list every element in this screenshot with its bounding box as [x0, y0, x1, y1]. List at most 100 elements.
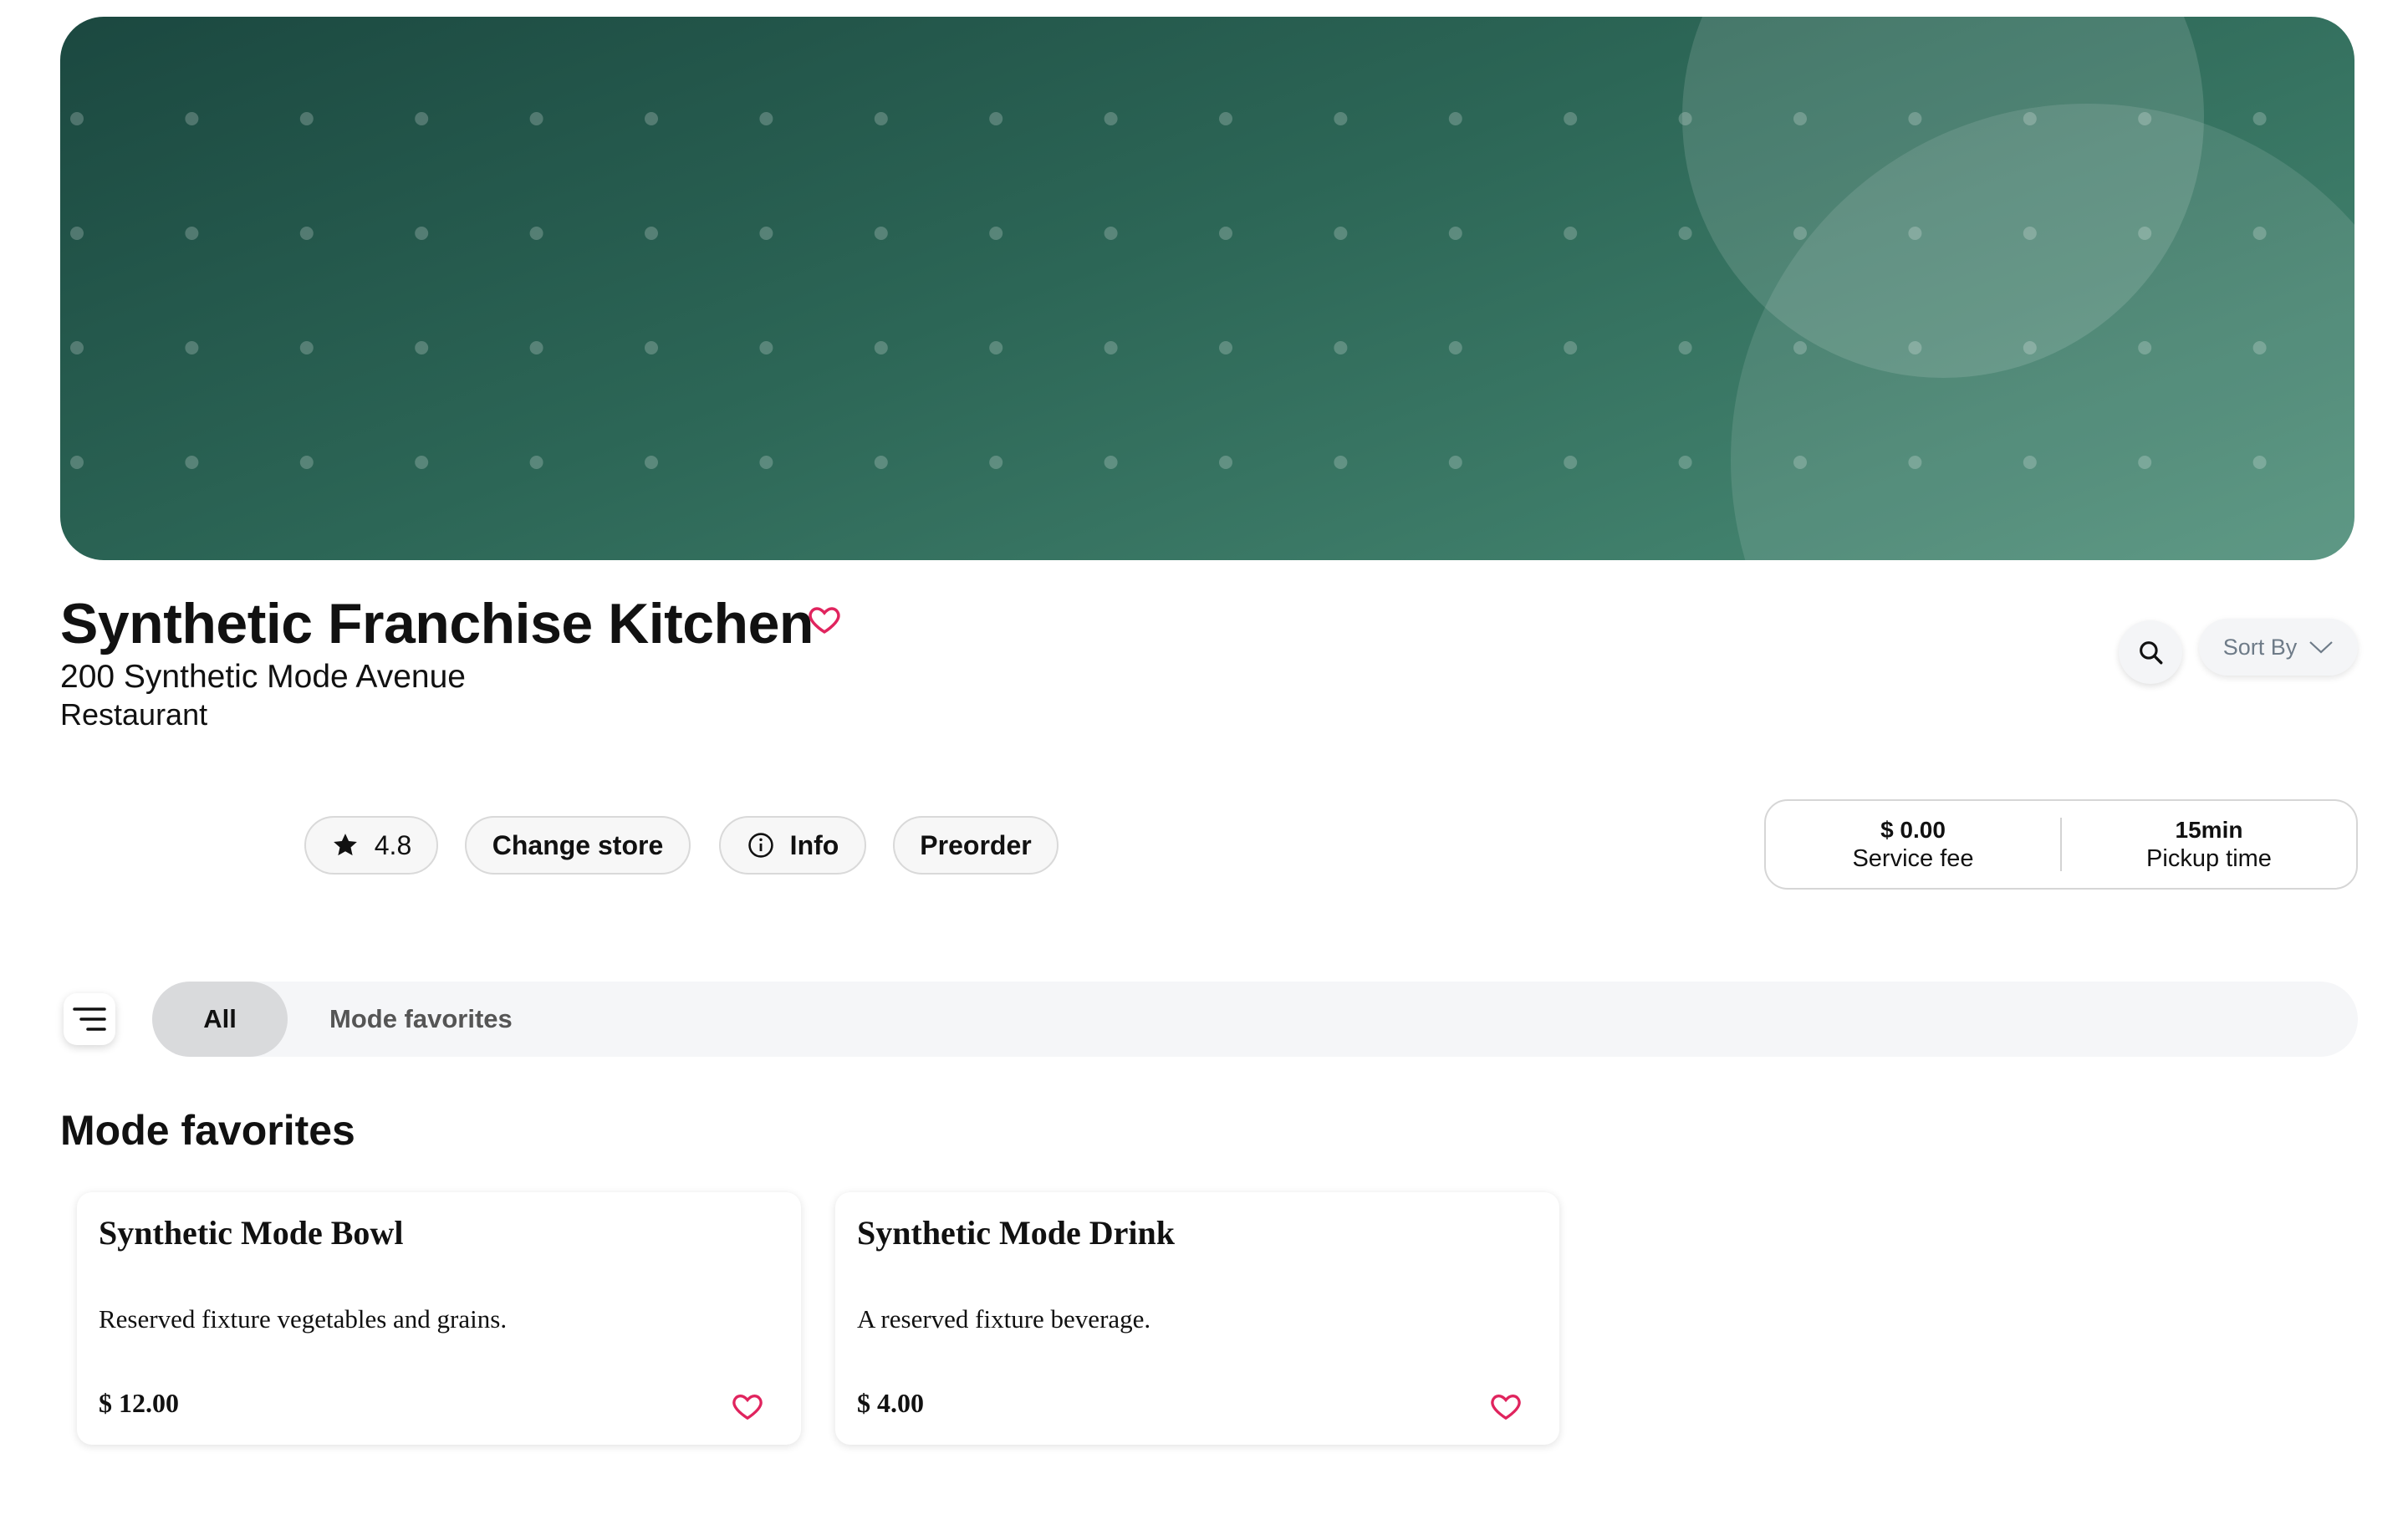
banner-dot: [989, 227, 1003, 240]
banner-dot: [185, 341, 199, 354]
banner-dot: [2138, 112, 2152, 125]
banner-dot: [1448, 341, 1462, 354]
fee-summary: $ 0.00 Service fee 15min Pickup time: [1764, 799, 2358, 890]
banner-dot: [1564, 227, 1578, 240]
banner-dot: [2138, 341, 2152, 354]
banner-dot: [1678, 227, 1692, 240]
item-name: Synthetic Mode Bowl: [99, 1214, 404, 1252]
banner-dot: [415, 456, 429, 469]
sort-by-dropdown[interactable]: Sort By: [2199, 619, 2358, 676]
banner-dot: [1678, 341, 1692, 354]
banner-dot: [989, 341, 1003, 354]
banner-dot: [1908, 456, 1922, 469]
menu-item-card[interactable]: Synthetic Mode Bowl Reserved fixture veg…: [77, 1192, 801, 1445]
banner-dot: [1104, 112, 1118, 125]
search-button[interactable]: [2119, 620, 2182, 684]
banner-dot: [185, 456, 199, 469]
star-icon: [333, 834, 357, 856]
banner-dot: [1448, 227, 1462, 240]
menu-item-card[interactable]: Synthetic Mode Drink A reserved fixture …: [835, 1192, 1559, 1445]
rating-pill[interactable]: 4.8: [304, 816, 438, 875]
item-price: $ 4.00: [857, 1388, 924, 1418]
banner-dot: [2023, 227, 2037, 240]
item-price: $ 12.00: [99, 1388, 179, 1418]
banner-dot: [1908, 341, 1922, 354]
banner-dot: [1448, 456, 1462, 469]
change-store-button[interactable]: Change store: [465, 816, 691, 875]
menu-icon: [73, 1007, 106, 1031]
banner-dot: [1793, 112, 1807, 125]
favorite-heart-icon[interactable]: [731, 1390, 764, 1423]
item-description: A reserved fixture beverage.: [857, 1304, 1151, 1334]
banner-dot: [1564, 341, 1578, 354]
banner-dot: [2023, 341, 2037, 354]
banner-dot: [759, 112, 773, 125]
section-title: Mode favorites: [60, 1107, 355, 1154]
banner-dot: [299, 456, 314, 469]
preorder-button[interactable]: Preorder: [893, 816, 1059, 875]
banner-dot: [2023, 112, 2037, 125]
item-description: Reserved fixture vegetables and grains.: [99, 1304, 508, 1334]
banner-dot: [1678, 456, 1692, 469]
store-name: Synthetic Franchise Kitchen: [60, 592, 814, 655]
banner-dot: [1219, 341, 1232, 354]
banner-dot: [1564, 456, 1578, 469]
info-icon: [747, 833, 773, 858]
category-menu-button[interactable]: [64, 993, 115, 1045]
banner-dot: [1104, 227, 1118, 240]
favorite-heart-icon[interactable]: [1489, 1390, 1523, 1423]
banner-dot: [70, 341, 84, 354]
tab-all[interactable]: All: [152, 982, 288, 1057]
banner-dot: [529, 112, 543, 125]
banner-pattern: [70, 17, 2354, 560]
store-address: 200 Synthetic Mode Avenue: [60, 659, 466, 695]
banner-dot: [415, 227, 429, 240]
banner-dot: [2138, 456, 2152, 469]
banner-dot: [2138, 227, 2152, 240]
banner-dot: [2252, 227, 2267, 240]
service-fee-value: $ 0.00: [1880, 817, 1946, 843]
banner-dot: [874, 112, 888, 125]
tab-mode-favorites[interactable]: Mode favorites: [329, 982, 513, 1057]
banner-dot: [1908, 112, 1922, 125]
banner-dot: [1793, 456, 1807, 469]
banner-dot: [1219, 456, 1232, 469]
banner-dot: [415, 341, 429, 354]
preorder-label: Preorder: [920, 829, 1032, 860]
banner-dot: [70, 112, 84, 125]
banner-dot: [299, 112, 314, 125]
banner-dot: [645, 227, 658, 240]
banner-dot: [415, 112, 429, 125]
banner-dot: [645, 341, 658, 354]
banner-dot: [299, 227, 314, 240]
banner-dot: [1793, 341, 1807, 354]
banner-dot: [2252, 341, 2267, 354]
info-label: Info: [789, 829, 839, 860]
banner-dot: [185, 227, 199, 240]
banner-dot: [645, 456, 658, 469]
rating-value: 4.8: [374, 829, 412, 860]
banner-dot: [529, 227, 543, 240]
banner-dot: [1219, 112, 1232, 125]
banner-dot: [1334, 227, 1348, 240]
banner-dot: [1334, 456, 1348, 469]
search-icon: [2140, 641, 2163, 665]
banner-dot: [1908, 227, 1922, 240]
banner-dot: [759, 227, 773, 240]
banner-dot: [1334, 112, 1348, 125]
banner-dot: [989, 112, 1003, 125]
pickup-time-value: 15min: [2175, 817, 2243, 843]
banner-dot: [529, 456, 543, 469]
change-store-label: Change store: [492, 829, 664, 860]
info-button[interactable]: Info: [719, 816, 866, 875]
favorite-store-heart-icon[interactable]: [807, 602, 842, 637]
service-fee-label: Service fee: [1852, 845, 1974, 872]
banner-dot: [1104, 456, 1118, 469]
banner-dot: [759, 456, 773, 469]
banner-dot: [70, 227, 84, 240]
banner-dot: [645, 112, 658, 125]
banner-dot: [1334, 341, 1348, 354]
banner-dot: [299, 341, 314, 354]
service-fee: $ 0.00 Service fee: [1766, 816, 2060, 873]
banner-dot: [874, 341, 888, 354]
